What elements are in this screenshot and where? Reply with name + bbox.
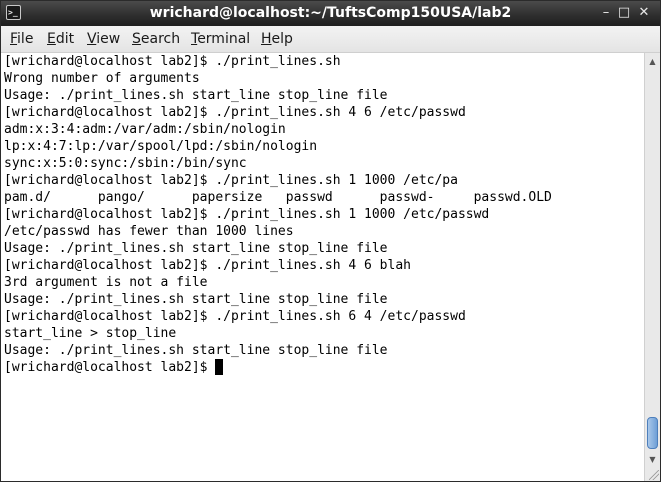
terminal-output[interactable]: [wrichard@localhost lab2]$ ./print_lines… (1, 53, 644, 481)
terminal-line: 3rd argument is not a file (4, 275, 208, 290)
resize-grip-icon[interactable] (649, 470, 659, 480)
menu-edit[interactable]: Edit (47, 26, 74, 52)
menu-terminal-label: erminal (197, 31, 251, 47)
terminal-prompt-line: [wrichard@localhost lab2]$ (4, 360, 216, 375)
scrollbar-thumb[interactable] (647, 417, 658, 449)
terminal-line: [wrichard@localhost lab2]$ ./print_lines… (4, 309, 466, 324)
scroll-down-arrow-icon[interactable]: ▼ (645, 453, 660, 467)
title-bar[interactable]: >_ wrichard@localhost:~/TuftsComp150USA/… (1, 1, 660, 26)
terminal-line: [wrichard@localhost lab2]$ ./print_lines… (4, 173, 458, 188)
menu-search-label: earch (140, 31, 181, 47)
terminal-line: /etc/passwd has fewer than 1000 lines (4, 224, 294, 239)
text-cursor (215, 359, 224, 375)
menu-help-mnemonic: H (261, 31, 272, 47)
terminal-line: Usage: ./print_lines.sh start_line stop_… (4, 241, 388, 256)
menu-search[interactable]: Search (132, 26, 180, 52)
terminal-line: Usage: ./print_lines.sh start_line stop_… (4, 88, 388, 103)
terminal-line: [wrichard@localhost lab2]$ ./print_lines… (4, 54, 341, 69)
maximize-button[interactable]: □ (615, 4, 633, 22)
terminal-window: >_ wrichard@localhost:~/TuftsComp150USA/… (0, 0, 661, 482)
menu-file-mnemonic: F (10, 31, 18, 47)
menu-file[interactable]: File (10, 26, 33, 52)
terminal-line: [wrichard@localhost lab2]$ ./print_lines… (4, 258, 411, 273)
menu-terminal[interactable]: Terminal (191, 26, 250, 52)
menu-view[interactable]: View (87, 26, 120, 52)
terminal-line: Wrong number of arguments (4, 71, 200, 86)
menu-help[interactable]: Help (261, 26, 293, 52)
menu-file-label: ile (17, 31, 34, 47)
window-title: wrichard@localhost:~/TuftsComp150USA/lab… (149, 5, 512, 21)
terminal-line: sync:x:5:0:sync:/sbin:/bin/sync (4, 156, 247, 171)
menu-help-label: elp (271, 31, 293, 47)
terminal-line: [wrichard@localhost lab2]$ ./print_lines… (4, 207, 490, 222)
menu-bar: File Edit View Search Terminal Help (1, 26, 660, 53)
menu-view-label: iew (96, 31, 121, 47)
menu-view-mnemonic: V (87, 31, 97, 47)
minimize-button[interactable]: – (597, 4, 615, 22)
menu-edit-mnemonic: E (47, 31, 56, 47)
vertical-scrollbar[interactable]: ▲ ▼ (644, 53, 660, 481)
terminal-line: Usage: ./print_lines.sh start_line stop_… (4, 292, 388, 307)
terminal-line: lp:x:4:7:lp:/var/spool/lpd:/sbin/nologin (4, 139, 318, 154)
terminal-line: adm:x:3:4:adm:/var/adm:/sbin/nologin (4, 122, 286, 137)
scroll-up-arrow-icon[interactable]: ▲ (645, 55, 660, 69)
terminal-line: [wrichard@localhost lab2]$ ./print_lines… (4, 105, 466, 120)
close-button[interactable]: ✕ (635, 4, 653, 22)
terminal-line: start_line > stop_line (4, 326, 177, 341)
menu-search-mnemonic: S (132, 31, 141, 47)
terminal-line: pam.d/ pango/ papersize passwd passwd- p… (4, 190, 552, 205)
terminal-line: Usage: ./print_lines.sh start_line stop_… (4, 343, 388, 358)
menu-edit-label: dit (55, 31, 75, 47)
